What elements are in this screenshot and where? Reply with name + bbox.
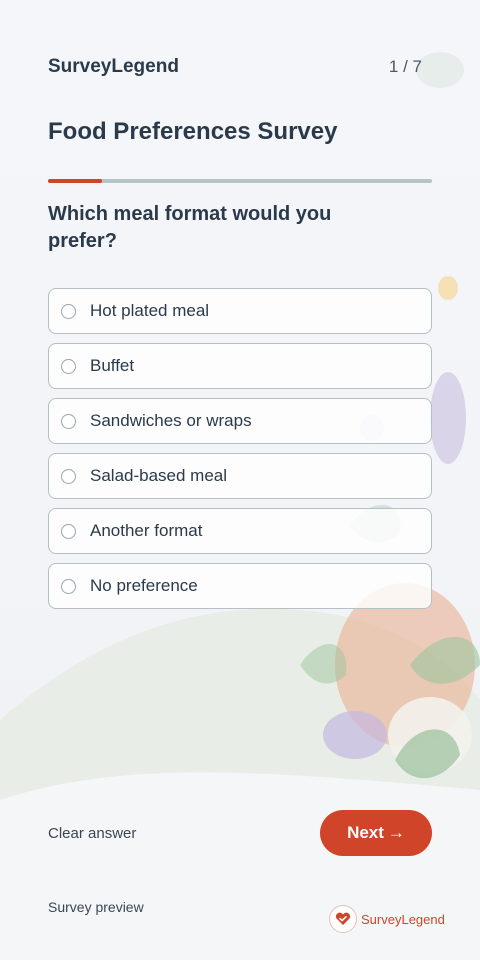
next-button[interactable]: Next → xyxy=(320,810,432,856)
option-sandwiches-or-wraps[interactable]: Sandwiches or wraps xyxy=(48,398,432,444)
surveylegend-logo: SurveyLegend xyxy=(329,905,445,933)
option-another-format[interactable]: Another format xyxy=(48,508,432,554)
option-no-preference[interactable]: No preference xyxy=(48,563,432,609)
radio-button[interactable] xyxy=(61,358,76,374)
arrow-right-icon: → xyxy=(387,823,405,842)
progress-bar xyxy=(48,179,432,183)
answer-options: Hot plated meal Buffet Sandwiches or wra… xyxy=(48,288,432,618)
option-buffet[interactable]: Buffet xyxy=(48,343,432,389)
survey-preview-label: Survey preview xyxy=(48,899,144,915)
brand-name: SurveyLegend xyxy=(48,56,179,77)
next-button-label: Next xyxy=(347,823,384,842)
survey-title: Food Preferences Survey xyxy=(48,118,338,145)
heart-check-icon xyxy=(329,905,357,933)
option-label: Sandwiches or wraps xyxy=(90,411,252,430)
progress-fill xyxy=(48,179,102,183)
radio-button[interactable] xyxy=(61,523,76,539)
option-label: Another format xyxy=(90,521,203,540)
step-counter: 1 / 7 xyxy=(388,57,422,76)
option-salad-based-meal[interactable]: Salad-based meal xyxy=(48,453,432,499)
option-label: Salad-based meal xyxy=(90,466,228,485)
question-text: Which meal format would you prefer? xyxy=(48,203,332,252)
clear-answer-button[interactable]: Clear answer xyxy=(48,825,136,842)
app-header: SurveyLegend 1 / 7 xyxy=(48,56,422,78)
option-label: No preference xyxy=(90,576,198,595)
radio-button[interactable] xyxy=(61,468,76,484)
radio-button[interactable] xyxy=(61,413,76,429)
radio-button[interactable] xyxy=(61,303,76,319)
logo-text: SurveyLegend xyxy=(361,911,445,927)
option-label: Hot plated meal xyxy=(90,301,210,320)
option-label: Buffet xyxy=(90,356,135,375)
option-hot-plated-meal[interactable]: Hot plated meal xyxy=(48,288,432,334)
radio-button[interactable] xyxy=(61,578,76,594)
